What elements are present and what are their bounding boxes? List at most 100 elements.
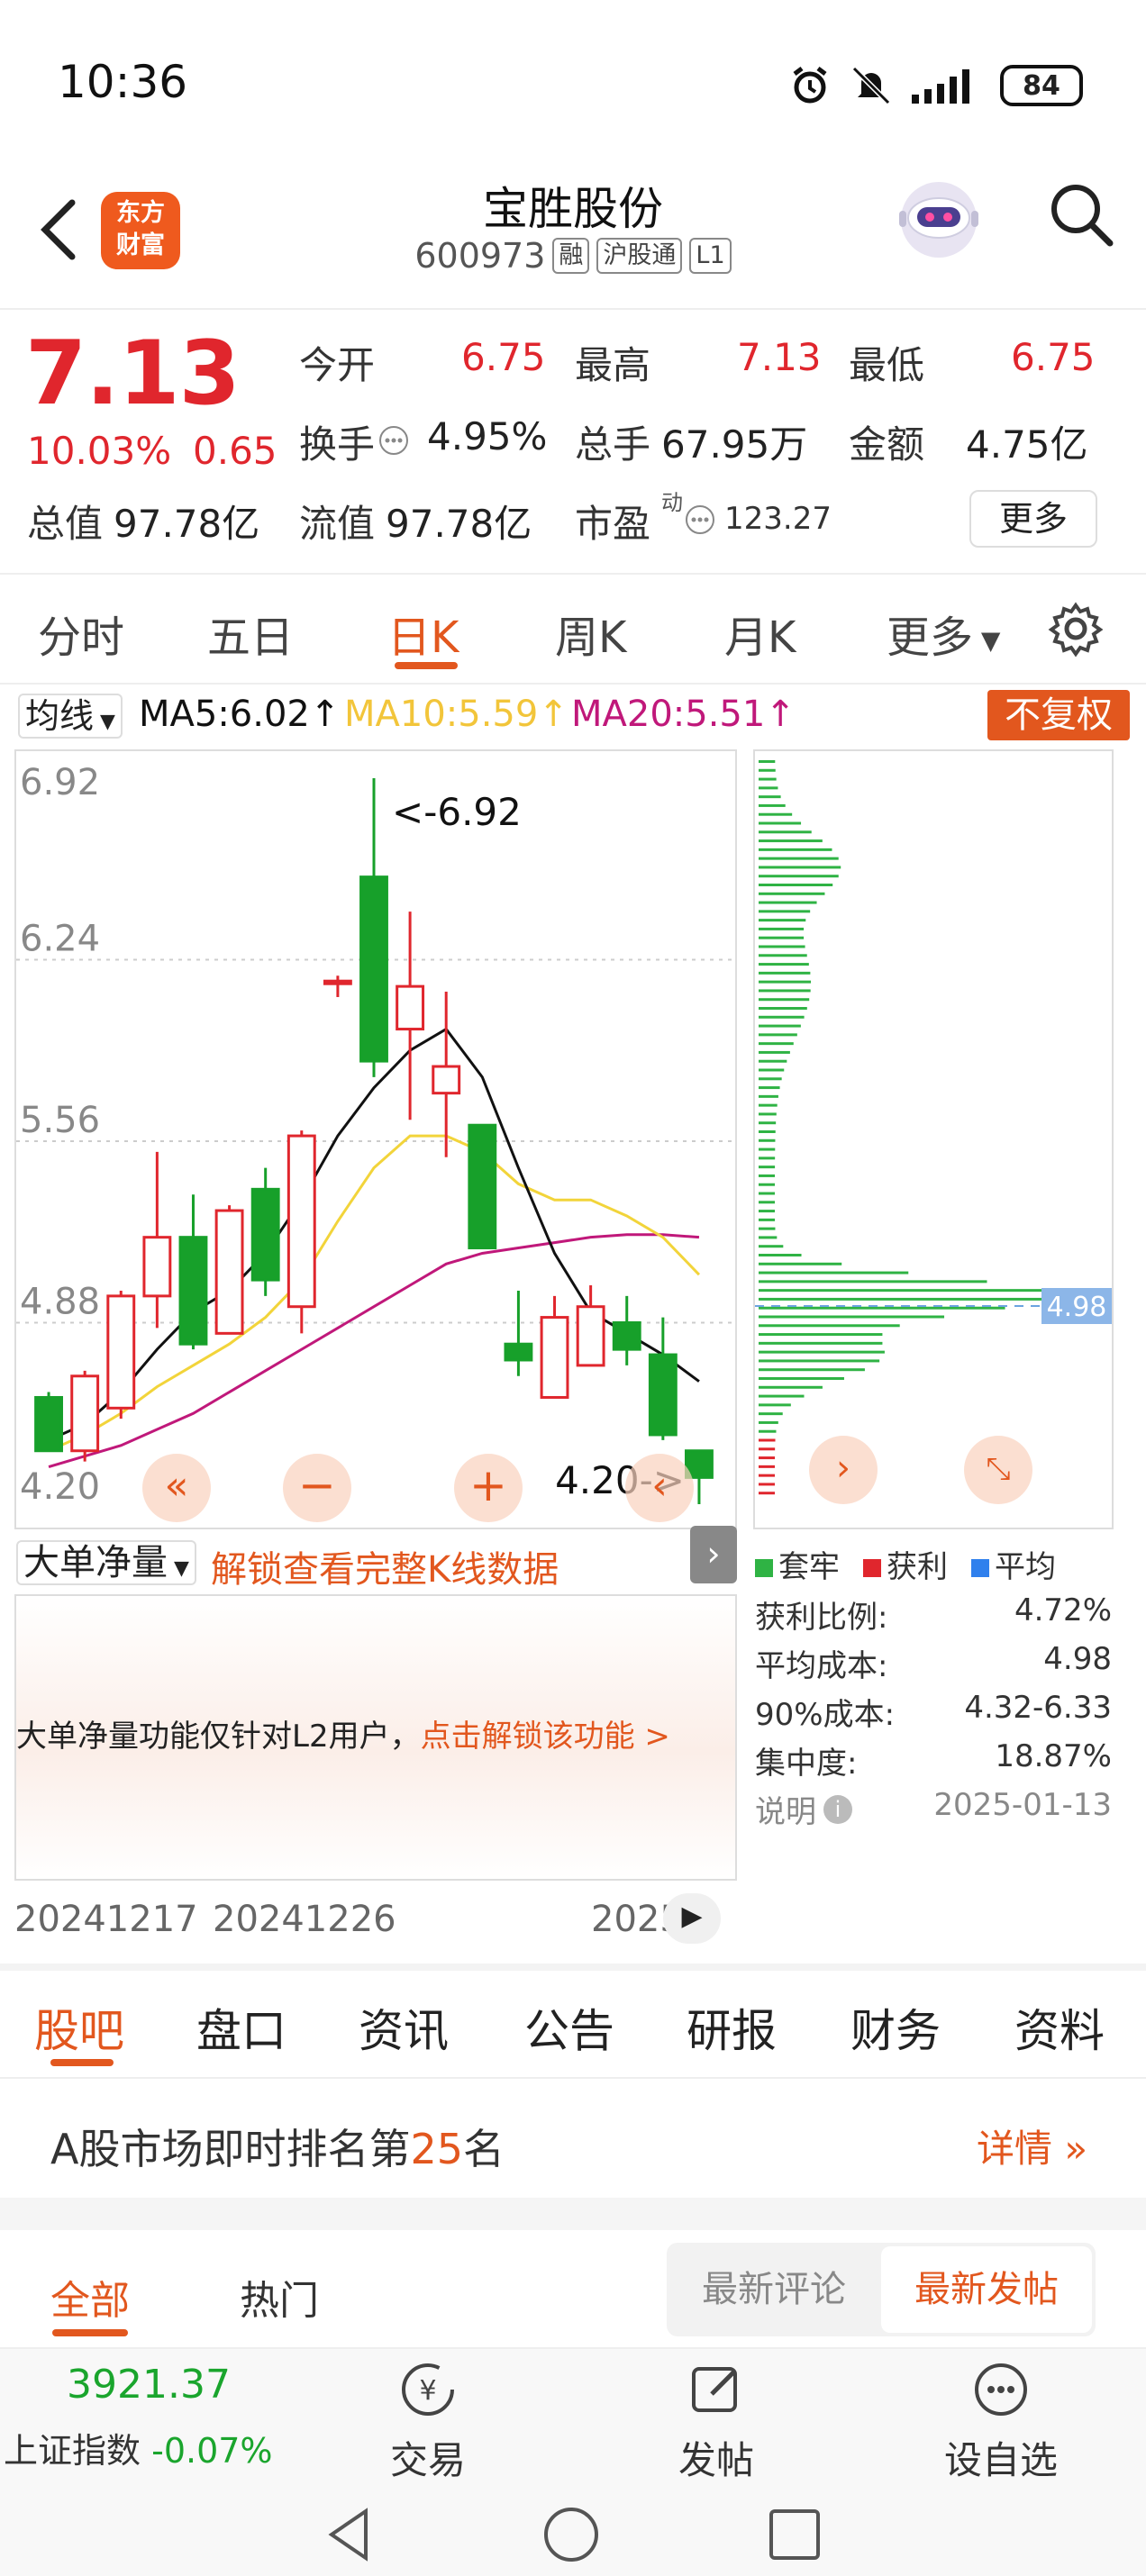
pe-sup: 动 [661, 490, 683, 515]
tab-five-day[interactable]: 五日 [207, 602, 294, 665]
chip-bar [759, 1465, 776, 1468]
candle-body [214, 1209, 244, 1335]
chip-bar [759, 1007, 807, 1010]
candle-up [142, 1151, 172, 1329]
chip-bar [759, 786, 778, 790]
scroll-right-button[interactable]: ‹ [625, 1454, 694, 1522]
tab-research[interactable]: 研报 [687, 1995, 777, 2060]
sort-toggle: 最新评论 最新发帖 [667, 2243, 1096, 2336]
indicator-select[interactable]: 均线 ▼ [18, 694, 123, 739]
chip-bar [759, 1068, 785, 1072]
open-value: 6.75 [461, 335, 546, 379]
unlock-l2-link[interactable]: 点击解锁该功能 > [421, 1719, 670, 1755]
tab-monthly-k[interactable]: 月K [724, 602, 796, 665]
scroll-left-button[interactable]: « [142, 1454, 211, 1522]
nav-watchlist[interactable]: 设自选 [933, 2358, 1069, 2485]
section-gap [0, 2198, 1146, 2230]
chip-bar [759, 1271, 909, 1274]
chip-bar [759, 945, 805, 948]
sort-latest-post[interactable]: 最新发帖 [881, 2246, 1092, 2333]
price-axis-label: 5.56 [20, 1100, 100, 1141]
sort-latest-comment[interactable]: 最新评论 [667, 2243, 881, 2336]
collapse-chevron-icon[interactable]: › [690, 1526, 737, 1583]
zoom-out-button[interactable]: − [283, 1454, 351, 1522]
tab-daily-k[interactable]: 日K [387, 602, 459, 665]
more-dots-icon [975, 2363, 1027, 2416]
tab-intraday[interactable]: 分时 [38, 602, 124, 665]
candle-down [178, 1194, 208, 1350]
expand-icon[interactable]: ⤡ [964, 1436, 1032, 1504]
system-recents-icon[interactable] [766, 2506, 823, 2563]
chip-bar [759, 830, 812, 834]
tab-finance[interactable]: 财务 [850, 1995, 941, 2060]
index-value[interactable]: 3921.37 [67, 2362, 231, 2408]
tab-guba[interactable]: 股吧 [34, 1995, 124, 2060]
settings-gear-icon[interactable] [1047, 600, 1105, 658]
chip-distribution[interactable]: 4.98 › ⤡ [753, 749, 1114, 1529]
subindicator-select[interactable]: 大单净量 ▼ [16, 1540, 196, 1585]
nav-trade-label: 交易 [389, 2438, 466, 2482]
info-dots-icon[interactable] [378, 425, 409, 456]
stat-concentration-value: 18.87% [995, 1738, 1112, 1774]
chip-bar [759, 1385, 823, 1389]
candle-up [396, 912, 425, 1120]
feed-tab-all[interactable]: 全部 [50, 2268, 130, 2326]
feed-tab-hot[interactable]: 热门 [240, 2268, 319, 2326]
tab-announcements[interactable]: 公告 [524, 1995, 614, 2060]
more-quote-button[interactable]: 更多 [969, 490, 1097, 548]
index-row[interactable]: 上证指数 -0.07% [4, 2423, 273, 2472]
info-dots-icon[interactable] [685, 504, 715, 535]
chip-bar [759, 1262, 842, 1265]
chip-bar [759, 1086, 780, 1090]
unlock-kline-link[interactable]: 解锁查看完整K线数据 [211, 1540, 559, 1592]
search-icon[interactable] [1045, 178, 1117, 250]
high-label: 最高 [575, 343, 651, 387]
candle-down [34, 1392, 63, 1453]
chip-bar [759, 1245, 784, 1248]
chip-note[interactable]: 说明 i [755, 1787, 852, 1831]
price-axis-label: 4.20 [20, 1466, 100, 1508]
price-axis-label: 6.92 [20, 762, 100, 803]
high-value: 7.13 [737, 335, 822, 379]
chip-bar [759, 954, 807, 957]
mktcap-label: 总值 [27, 502, 104, 546]
nav-post[interactable]: 发帖 [649, 2358, 784, 2485]
tab-more[interactable]: 更多 ▼ [887, 602, 1000, 665]
legend-average: 平均 [971, 1542, 1056, 1586]
nav-trade[interactable]: ¥ 交易 [360, 2358, 496, 2485]
chip-bar [759, 989, 811, 993]
float-value: 97.78亿 [386, 502, 532, 546]
open-label: 今开 [299, 343, 376, 387]
tab-pankou[interactable]: 盘口 [196, 1995, 286, 2060]
chip-bar [759, 1412, 783, 1416]
tab-profile[interactable]: 资料 [1014, 1995, 1105, 2060]
rank-detail-link[interactable]: 详情 » [977, 2118, 1087, 2173]
assistant-robot-icon[interactable] [894, 173, 984, 263]
ma20-label: MA20:5.51↑ [571, 694, 796, 735]
system-home-icon[interactable] [542, 2506, 600, 2563]
section-gap [0, 1964, 1146, 1971]
status-bar: 10:36 84 [0, 0, 1146, 162]
svg-text:¥: ¥ [419, 2375, 436, 2407]
tag-margin: 融 [552, 238, 590, 274]
tab-news[interactable]: 资讯 [359, 1995, 449, 2060]
zoom-in-button[interactable]: + [454, 1454, 523, 1522]
caret-down-icon: ▼ [168, 1557, 189, 1580]
legend-trapped: 套牢 [755, 1542, 840, 1586]
chip-nav-button[interactable]: › [809, 1436, 878, 1504]
play-arrow-icon[interactable]: ▶ [663, 1893, 721, 1944]
tab-weekly-k[interactable]: 周K [555, 602, 626, 665]
chip-bar [759, 1394, 805, 1398]
chip-bar [759, 980, 812, 984]
adjust-button[interactable]: 不复权 [987, 690, 1130, 740]
kline-chart[interactable]: 6.92 6.24 5.56 4.88 4.20 <-6.92 4.20-> « − + ‹ [14, 749, 737, 1529]
avg-cost-marker: 4.98 [1047, 1292, 1107, 1323]
change-percent: 10.03% [27, 429, 172, 473]
chip-bar [759, 760, 776, 763]
system-back-icon[interactable] [321, 2506, 378, 2563]
status-icons: 84 [789, 63, 1083, 108]
rank-row[interactable]: A股市场即时排名第25名 详情 » [0, 2082, 1146, 2198]
trade-yen-icon: ¥ [402, 2363, 454, 2416]
rank-detail-label: 详情 [977, 2127, 1053, 2171]
edit-post-icon [692, 2367, 737, 2412]
